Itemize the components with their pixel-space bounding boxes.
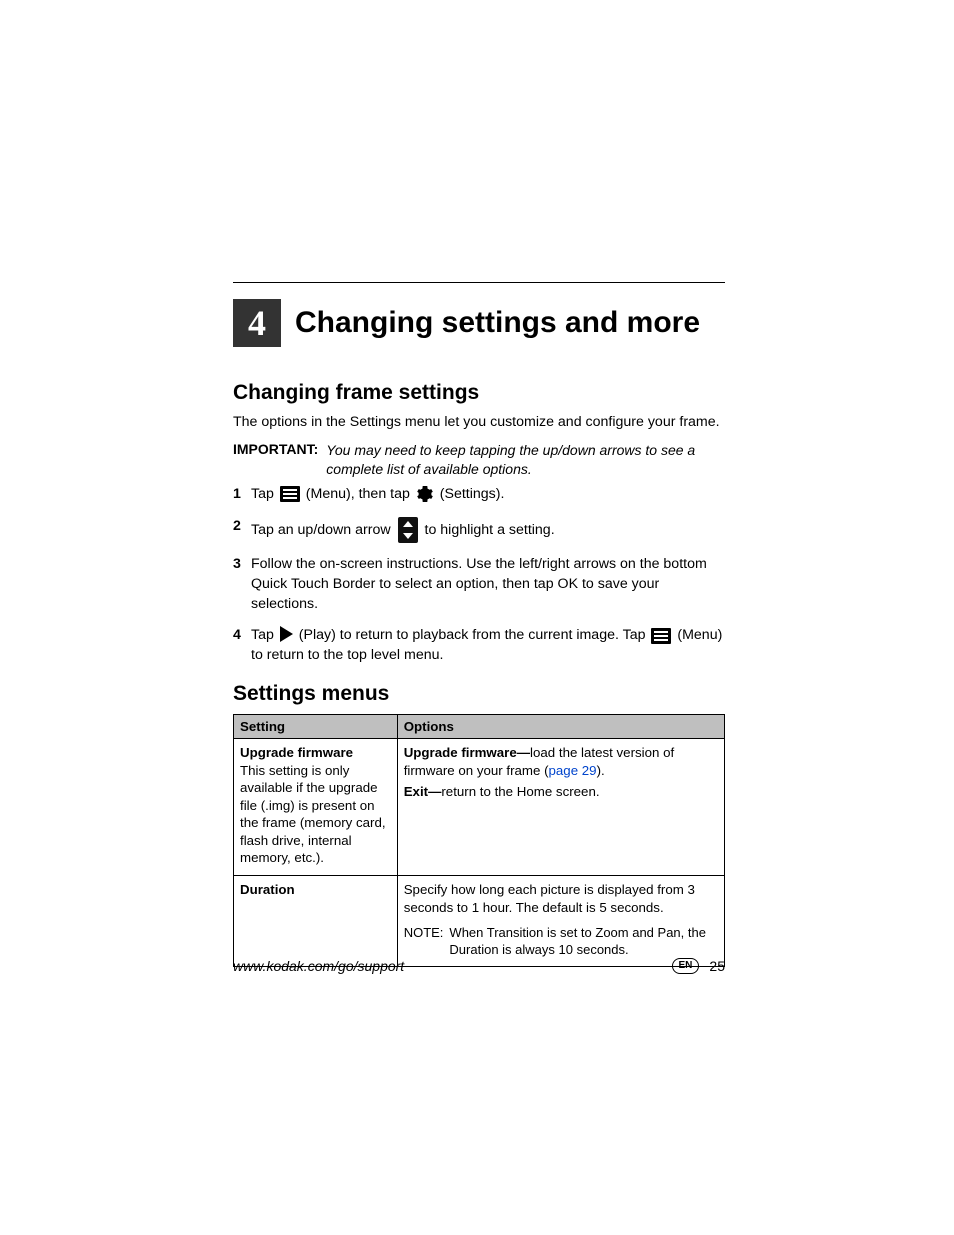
- option-rest: return to the Home screen.: [441, 784, 599, 799]
- step-1: Tap (Menu), then tap (Settings).: [233, 485, 725, 505]
- settings-table: Setting Options Upgrade firmware This se…: [233, 714, 725, 967]
- setting-desc: This setting is only available if the up…: [240, 762, 391, 867]
- setting-title: Duration: [240, 881, 391, 899]
- language-badge: EN: [672, 958, 700, 974]
- step-3: Follow the on-screen instructions. Use t…: [233, 555, 725, 615]
- important-label: IMPORTANT:: [233, 441, 318, 479]
- option-exit: Exit—return to the Home screen.: [404, 783, 718, 801]
- chapter-number: 4: [233, 299, 281, 347]
- section-heading-changing-frame-settings: Changing frame settings: [233, 381, 725, 405]
- footer-right: EN 25: [672, 958, 725, 974]
- cell-options-upgrade: Upgrade firmware—load the latest version…: [397, 739, 724, 876]
- page-number: 25: [709, 958, 725, 974]
- important-text: You may need to keep tapping the up/down…: [326, 441, 725, 479]
- footer-url: www.kodak.com/go/support: [233, 958, 404, 974]
- cell-setting-upgrade: Upgrade firmware This setting is only av…: [234, 739, 398, 876]
- step-1-text-b: (Menu), then tap: [306, 486, 414, 502]
- option-main: Specify how long each picture is display…: [404, 881, 718, 916]
- chapter-heading: 4 Changing settings and more: [233, 299, 725, 347]
- table-header-row: Setting Options: [234, 715, 725, 739]
- table-row: Upgrade firmware This setting is only av…: [234, 739, 725, 876]
- step-1-text-c: (Settings).: [440, 486, 505, 502]
- page-content: 4 Changing settings and more Changing fr…: [233, 282, 725, 967]
- gear-icon: [417, 486, 433, 502]
- option-upgrade-firmware: Upgrade firmware—load the latest version…: [404, 744, 718, 779]
- play-icon: [280, 626, 293, 642]
- step-2-text-b: to highlight a setting.: [425, 522, 555, 538]
- option-bold: Upgrade firmware—: [404, 745, 530, 760]
- up-down-arrow-icon: [398, 517, 418, 543]
- step-4-text-b: (Play) to return to playback from the cu…: [299, 627, 650, 643]
- table-row: Duration Specify how long each picture i…: [234, 876, 725, 967]
- section-heading-settings-menus: Settings menus: [233, 682, 725, 706]
- option-bold: Exit—: [404, 784, 442, 799]
- cell-setting-duration: Duration: [234, 876, 398, 967]
- option-rest-b: ).: [597, 763, 605, 778]
- step-2: Tap an up/down arrow to highlight a sett…: [233, 517, 725, 543]
- note-label: NOTE:: [404, 924, 444, 958]
- step-4-text-a: Tap: [251, 627, 278, 643]
- step-2-text-a: Tap an up/down arrow: [251, 522, 395, 538]
- duration-note: NOTE: When Transition is set to Zoom and…: [404, 924, 718, 958]
- page-footer: www.kodak.com/go/support EN 25: [233, 958, 725, 974]
- header-setting: Setting: [234, 715, 398, 739]
- intro-paragraph: The options in the Settings menu let you…: [233, 413, 725, 431]
- step-3-text: Follow the on-screen instructions. Use t…: [251, 556, 707, 612]
- chapter-title: Changing settings and more: [295, 306, 700, 340]
- chapter-rule: [233, 282, 725, 283]
- page-link[interactable]: page 29: [549, 763, 597, 778]
- important-note: IMPORTANT: You may need to keep tapping …: [233, 441, 725, 479]
- step-4: Tap (Play) to return to playback from th…: [233, 626, 725, 666]
- menu-icon: [651, 628, 671, 644]
- setting-title: Upgrade firmware: [240, 744, 391, 762]
- step-1-text-a: Tap: [251, 486, 278, 502]
- cell-options-duration: Specify how long each picture is display…: [397, 876, 724, 967]
- header-options: Options: [397, 715, 724, 739]
- menu-icon: [280, 486, 300, 502]
- steps-list: Tap (Menu), then tap (Settings). Tap an …: [233, 485, 725, 666]
- note-text: When Transition is set to Zoom and Pan, …: [449, 924, 718, 958]
